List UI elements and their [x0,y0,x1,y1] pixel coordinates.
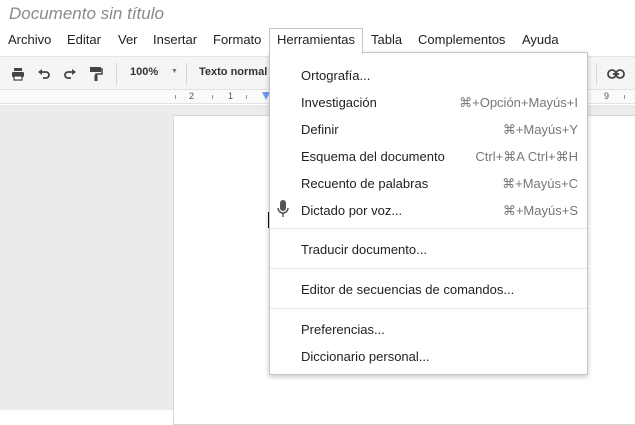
menu-item-label: Diccionario personal... [301,349,430,364]
ruler-tick [212,95,213,99]
toolbar-divider [116,63,117,85]
menu-separator [270,308,587,309]
menu-complementos[interactable]: Complementos [418,28,505,52]
menu-item-preferencias[interactable]: Preferencias... [270,315,587,342]
menu-item-recuento[interactable]: Recuento de palabras ⌘+Mayús+C [270,169,587,196]
style-select[interactable]: Texto normal [199,66,267,78]
menu-item-label: Esquema del documento [301,149,445,164]
menu-item-editor-secuencias[interactable]: Editor de secuencias de comandos... [270,275,587,302]
menu-item-definir[interactable]: Definir ⌘+Mayús+Y [270,115,587,142]
menu-item-shortcut: Ctrl+⌘A Ctrl+⌘H [475,149,578,164]
zoom-caret-icon: ▼ [171,68,178,75]
menu-tabla[interactable]: Tabla [371,28,402,52]
menu-editar[interactable]: Editar [67,28,101,52]
toolbar-divider [186,63,187,85]
redo-icon[interactable] [61,65,79,83]
menu-item-ortografia[interactable]: Ortografía... [270,61,587,88]
toolbar-divider [596,63,597,85]
menu-item-esquema[interactable]: Esquema del documento Ctrl+⌘A Ctrl+⌘H [270,142,587,169]
zoom-select[interactable]: 100% [130,66,158,78]
ruler-label: 2 [189,91,195,101]
menu-bar: Archivo Editar Ver Insertar Formato Herr… [0,28,635,54]
ruler-tick [624,95,625,99]
ruler-label: 9 [604,91,610,101]
undo-icon[interactable] [35,65,53,83]
menu-item-shortcut: ⌘+Mayús+S [502,203,578,218]
menu-item-label: Recuento de palabras [301,176,429,191]
menu-archivo[interactable]: Archivo [8,28,51,52]
menu-item-shortcut: ⌘+Mayús+Y [502,122,578,137]
microphone-icon [276,199,290,222]
herramientas-menu: Ortografía... Investigación ⌘+Opción+May… [269,52,588,375]
ruler-tick [175,95,176,99]
menu-separator [270,268,587,269]
menu-item-label: Definir [301,122,339,137]
menu-item-shortcut: ⌘+Mayús+C [502,176,578,191]
menu-separator [270,228,587,229]
menu-insertar[interactable]: Insertar [153,28,197,52]
ruler-label: 1 [228,91,234,101]
menu-item-label: Investigación [301,95,377,110]
print-icon[interactable] [9,65,27,83]
menu-item-traducir[interactable]: Traducir documento... [270,235,587,262]
document-title[interactable]: Documento sin título [9,4,164,24]
menu-item-diccionario[interactable]: Diccionario personal... [270,342,587,369]
menu-formato[interactable]: Formato [213,28,261,52]
menu-item-dictado[interactable]: Dictado por voz... ⌘+Mayús+S [270,196,587,223]
menu-item-label: Preferencias... [301,322,385,337]
paint-format-icon[interactable] [87,65,105,83]
menu-herramientas[interactable]: Herramientas [269,28,364,54]
menu-item-investigacion[interactable]: Investigación ⌘+Opción+Mayús+I [270,88,587,115]
ruler-tick [246,95,247,99]
menu-item-label: Dictado por voz... [301,203,403,218]
link-icon[interactable] [607,65,625,83]
menu-ayuda[interactable]: Ayuda [522,28,559,52]
menu-item-label: Ortografía... [301,68,371,83]
menu-item-label: Editor de secuencias de comandos... [301,282,515,297]
menu-item-label: Traducir documento... [301,242,427,257]
menu-ver[interactable]: Ver [118,28,138,52]
menu-item-shortcut: ⌘+Opción+Mayús+I [459,95,578,110]
